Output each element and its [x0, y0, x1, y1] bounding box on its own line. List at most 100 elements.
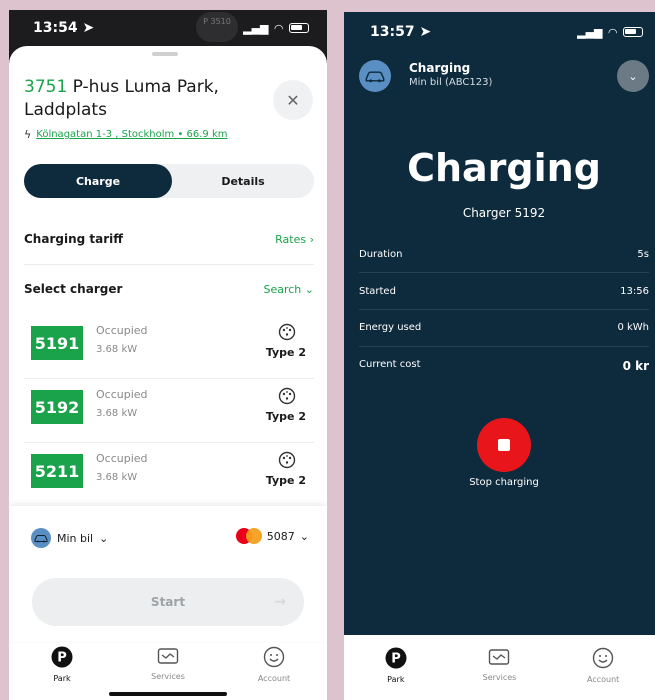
home-indicator: [109, 692, 227, 696]
vehicle-name: Min bil: [57, 531, 94, 545]
stat-label: Started: [359, 286, 396, 297]
tab-switcher: Charge Details: [24, 164, 314, 198]
vehicle-selector[interactable]: Min bil ⌄: [31, 528, 108, 548]
location-arrow-icon: ➤: [82, 20, 95, 36]
charger-status: Occupied: [96, 452, 148, 465]
arrow-right-icon: →: [274, 594, 286, 610]
charger-number: Charger 5192: [462, 206, 546, 220]
header-title: Charging: [409, 61, 471, 75]
close-button[interactable]: ✕: [273, 80, 313, 120]
chevron-right-icon: ›: [309, 232, 314, 246]
stat-value: 13:56: [620, 286, 649, 297]
stat-row: Duration 5s: [359, 249, 649, 260]
signal-icon: ▂▄▆: [577, 25, 603, 39]
chevron-down-icon: ⌄: [628, 69, 638, 83]
address-link[interactable]: Kölnagatan 1-3 , Stockholm • 66.9 km: [36, 129, 227, 140]
type2-plug-icon: [272, 387, 302, 405]
collapse-button[interactable]: ⌄: [617, 60, 649, 92]
wifi-icon: ◠: [608, 25, 617, 39]
car-icon: [359, 60, 391, 92]
charger-power: 3.68 kW: [96, 472, 138, 483]
charger-status: Occupied: [96, 324, 148, 337]
chevron-down-icon: ⌄: [99, 531, 109, 545]
services-icon: [489, 649, 510, 665]
location-address[interactable]: ϟ Kölnagatan 1-3 , Stockholm • 66.9 km: [24, 128, 227, 141]
tab-park[interactable]: P Park: [22, 646, 102, 683]
bottom-tab-bar: P Park Services Account: [344, 635, 655, 700]
type2-plug-icon: [272, 323, 302, 341]
account-icon: [592, 647, 614, 669]
rates-link[interactable]: Rates ›: [275, 233, 314, 246]
divider: [24, 264, 314, 265]
svg-text:P: P: [391, 652, 401, 667]
close-icon: ✕: [286, 90, 300, 110]
charger-power: 3.68 kW: [96, 408, 138, 419]
services-icon: [157, 648, 179, 664]
charger-status: Occupied: [96, 388, 148, 401]
parking-icon: P: [385, 647, 407, 669]
dynamic-island: P 3510: [196, 12, 238, 42]
charger-item[interactable]: 5192 Occupied 3.68 kW Type 2: [24, 379, 314, 437]
car-icon: [31, 528, 51, 548]
charging-tariff-row: Charging tariff Rates ›: [24, 232, 314, 246]
battery-icon: [289, 23, 309, 33]
chevron-down-icon: ⌄: [304, 282, 314, 296]
stat-row: Current cost 0 kr: [359, 359, 649, 373]
stat-row: Started 13:56: [359, 286, 649, 297]
chevron-down-icon: ⌄: [299, 529, 309, 543]
divider: [359, 346, 649, 347]
bolt-icon: ϟ: [24, 128, 32, 141]
charger-id: 5211: [31, 454, 83, 488]
status-time: 13:57 ➤: [370, 24, 432, 40]
start-panel: Min bil ⌄ 5087 ⌄ Start →: [9, 506, 327, 641]
location-sheet: 3751 P-hus Luma Park, Laddplats ✕ ϟ Köln…: [9, 46, 327, 700]
location-arrow-icon: ➤: [419, 24, 432, 40]
charger-power: 3.68 kW: [96, 344, 138, 355]
charger-id: 5191: [31, 326, 83, 360]
mastercard-icon: [235, 528, 262, 544]
charger-item[interactable]: 5191 Occupied 3.68 kW Type 2: [24, 315, 314, 373]
divider: [359, 309, 649, 310]
stat-label: Current cost: [359, 359, 421, 370]
stop-icon: [498, 439, 510, 451]
charger-type: Type 2: [265, 346, 306, 359]
tab-services[interactable]: Services: [128, 646, 208, 681]
type2-plug-icon: [272, 451, 302, 469]
status-bar: 13:57 ➤ ▂▄▆ ◠: [344, 12, 655, 52]
location-number: 3751: [24, 77, 68, 97]
charging-tariff-label: Charging tariff: [24, 232, 123, 246]
sheet-handle[interactable]: [152, 52, 178, 56]
start-button[interactable]: Start →: [32, 578, 304, 626]
payment-selector[interactable]: 5087 ⌄: [235, 528, 309, 544]
wifi-icon: ◠: [274, 21, 283, 35]
select-charger-label: Select charger: [24, 282, 123, 296]
tab-park[interactable]: P Park: [356, 647, 436, 684]
card-number: 5087: [266, 529, 295, 543]
bottom-tab-bar: P Park Services Account: [9, 634, 327, 700]
tab-account[interactable]: Account: [563, 647, 643, 684]
charger-id: 5192: [31, 390, 83, 424]
stat-label: Energy used: [359, 322, 422, 333]
parking-icon: P: [51, 646, 73, 668]
tab-charge[interactable]: Charge: [24, 164, 172, 198]
stop-charging-button[interactable]: [477, 418, 531, 472]
status-time: 13:54 ➤: [33, 20, 95, 36]
stat-value: 5s: [637, 249, 649, 260]
stat-label: Duration: [359, 249, 403, 260]
tab-details[interactable]: Details: [172, 164, 314, 198]
charging-header: Charging Min bil (ABC123) ⌄: [359, 60, 649, 94]
select-charger-row: Select charger Search ⌄: [24, 282, 314, 296]
stop-charging-label: Stop charging: [469, 477, 539, 488]
location-title: 3751 P-hus Luma Park, Laddplats: [24, 76, 274, 122]
divider: [359, 272, 649, 273]
tab-services[interactable]: Services: [459, 647, 539, 682]
charger-type: Type 2: [265, 474, 306, 487]
charging-title: Charging: [407, 146, 601, 190]
stat-value: 0 kWh: [617, 322, 649, 333]
search-link[interactable]: Search ⌄: [263, 283, 314, 296]
charger-item[interactable]: 5211 Occupied 3.68 kW Type 2: [24, 443, 314, 501]
svg-text:P: P: [57, 651, 67, 666]
tab-account[interactable]: Account: [234, 646, 314, 683]
battery-icon: [623, 27, 643, 37]
stat-row: Energy used 0 kWh: [359, 322, 649, 333]
